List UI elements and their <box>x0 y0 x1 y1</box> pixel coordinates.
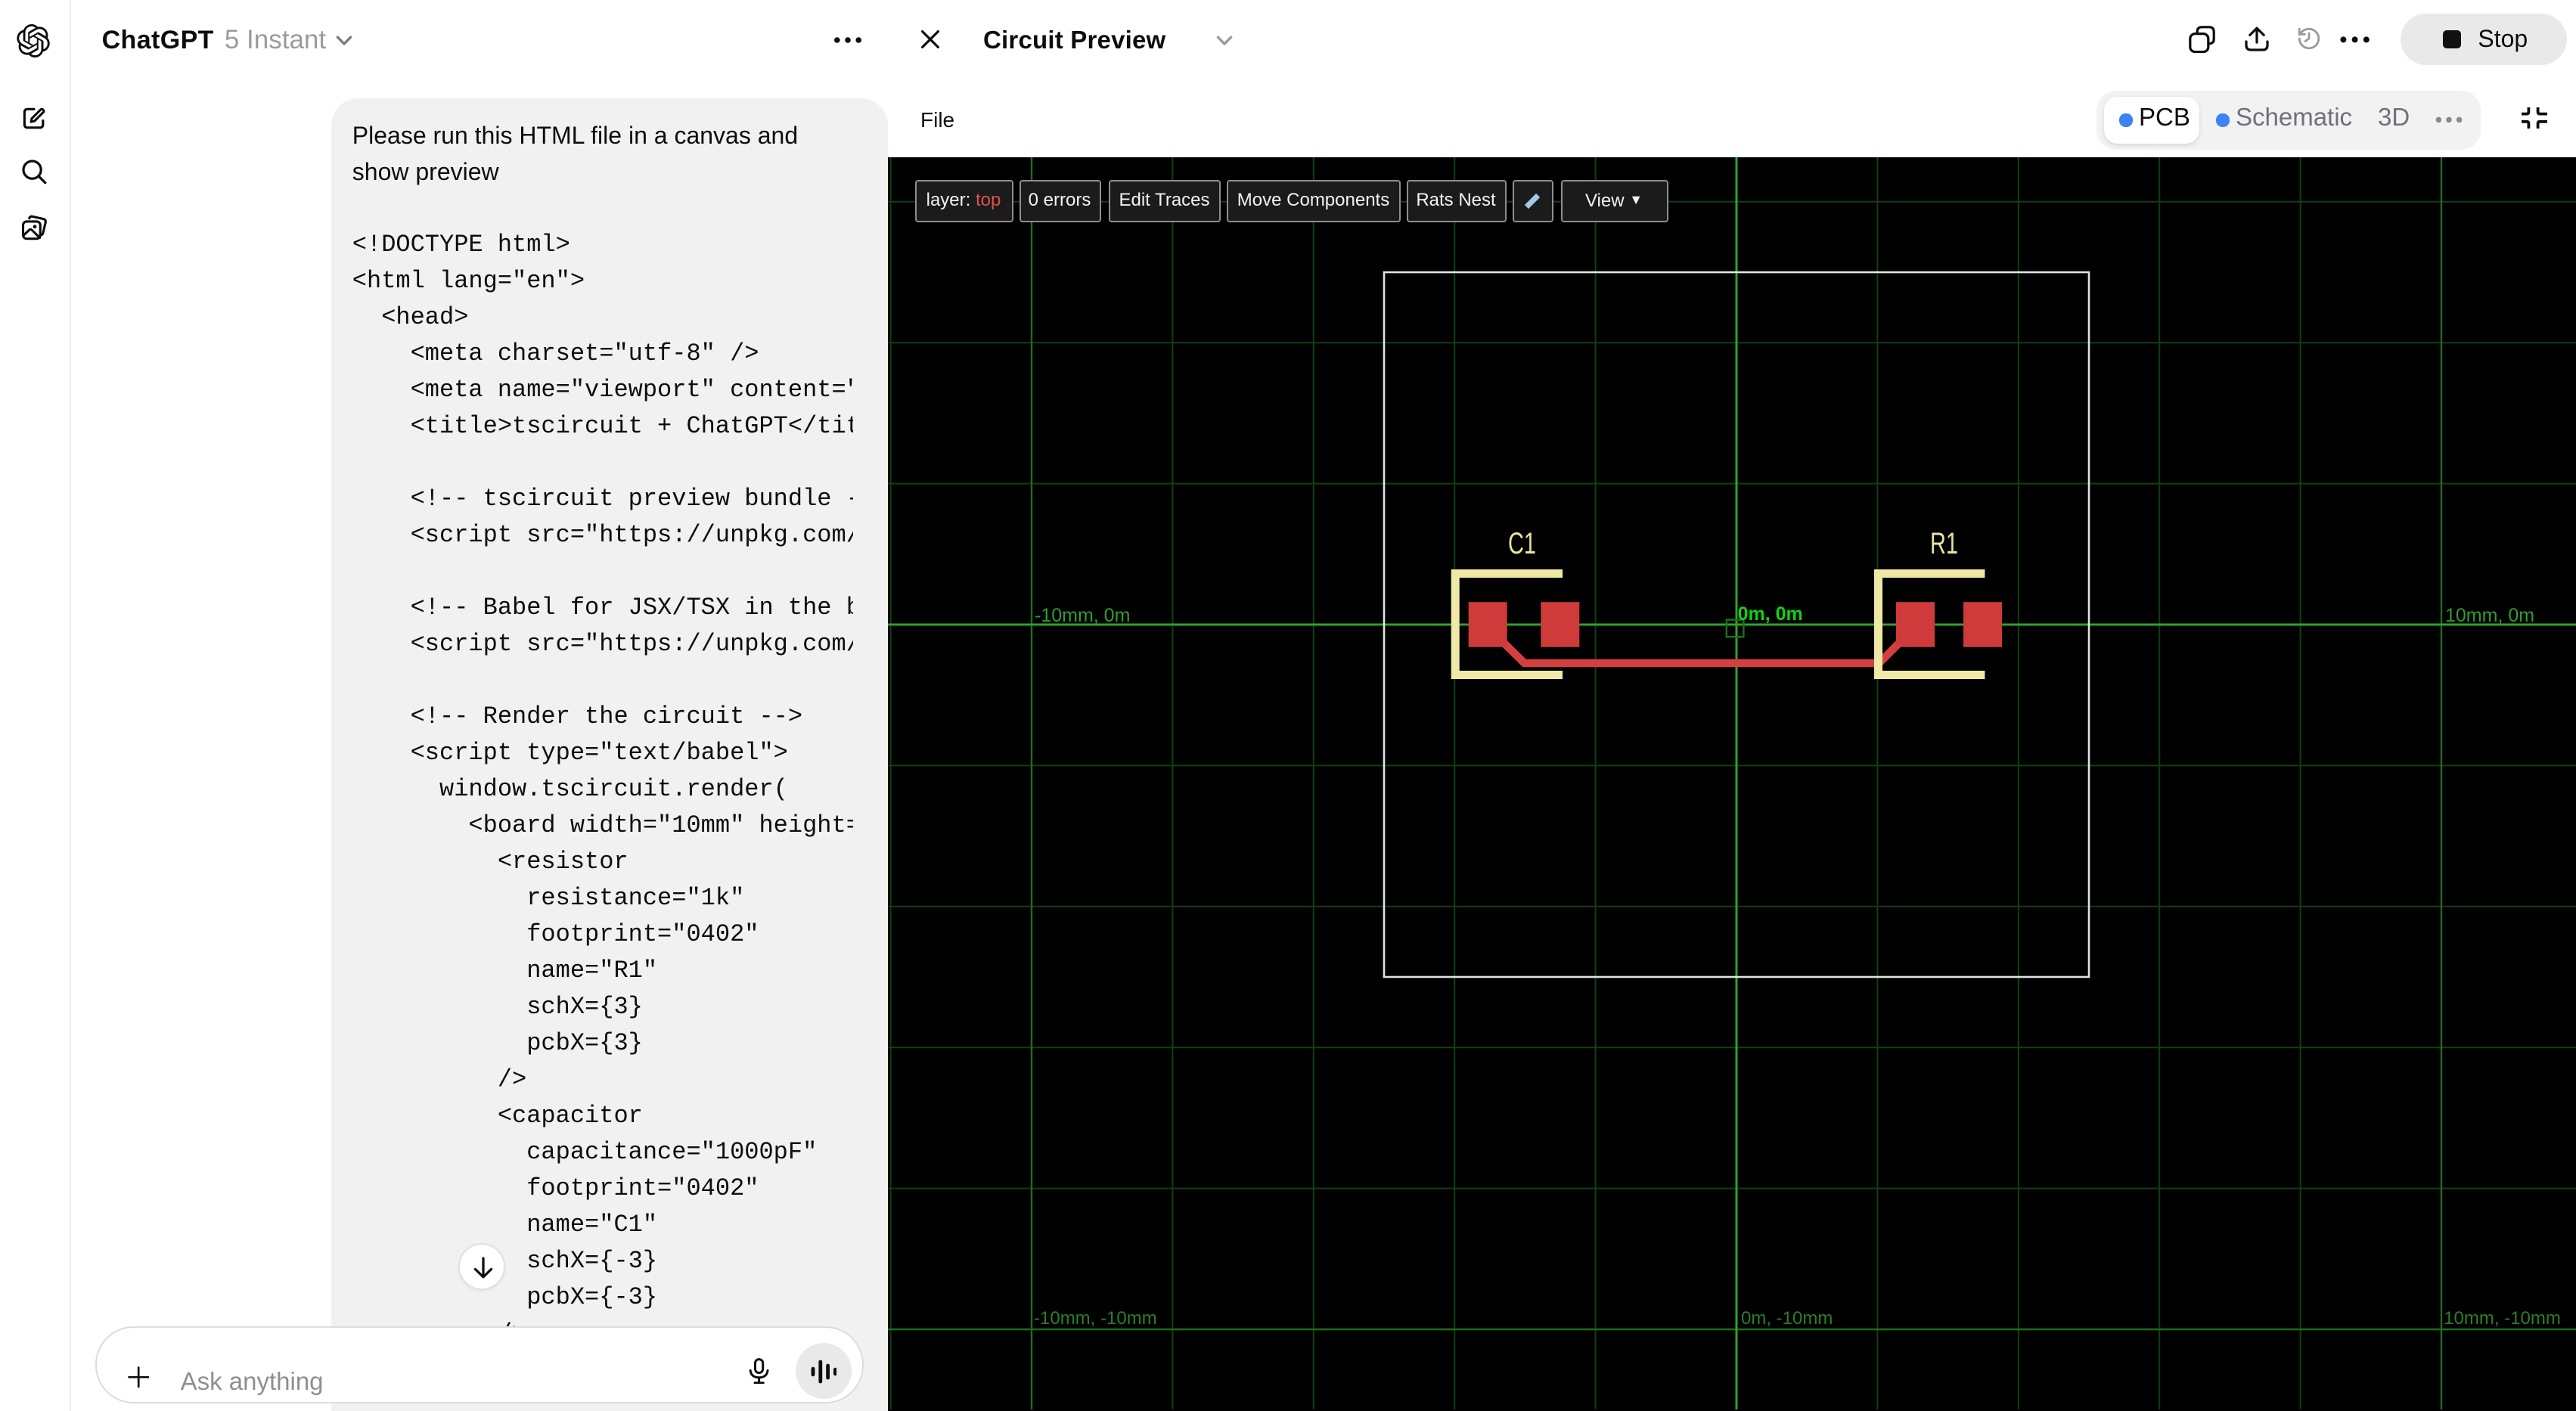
svg-text:10mm, -10mm: 10mm, -10mm <box>2444 1308 2561 1329</box>
svg-text:C1: C1 <box>1508 527 1536 560</box>
svg-text:-10mm, 0m: -10mm, 0m <box>1035 605 1130 626</box>
svg-text:R1: R1 <box>1930 527 1958 560</box>
svg-text:10mm, 0m: 10mm, 0m <box>2445 605 2534 626</box>
svg-text:-10mm, -10mm: -10mm, -10mm <box>1034 1308 1157 1329</box>
svg-text:0m, 0m: 0m, 0m <box>1738 603 1803 625</box>
svg-text:0m, -10mm: 0m, -10mm <box>1741 1308 1833 1329</box>
